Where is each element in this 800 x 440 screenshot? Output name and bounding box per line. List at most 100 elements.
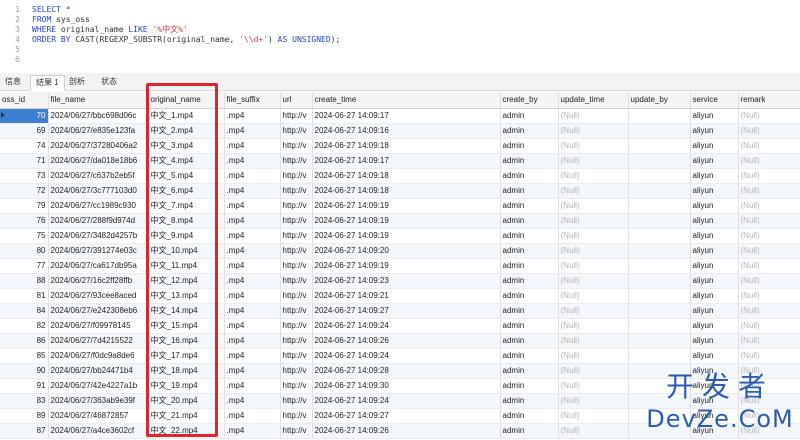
cell-file-suffix[interactable]: .mp4 xyxy=(224,183,281,199)
cell-file-name[interactable]: 2024/06/27/da018e18b6 xyxy=(48,153,149,169)
cell-file-suffix[interactable]: .mp4 xyxy=(224,303,281,319)
cell-url[interactable]: http://v xyxy=(280,168,313,184)
table-row[interactable]: 79 2024/06/27/cc1989c930 中文_7.mp4 .mp4 http:… xyxy=(0,198,800,214)
cell-file-name[interactable]: 2024/06/27/3c777103d0 xyxy=(48,183,149,199)
cell-remark[interactable]: (Null) xyxy=(738,153,800,169)
cell-file-name[interactable]: 2024/06/27/f0dc9a8de6 xyxy=(48,348,149,364)
cell-url[interactable]: http://v xyxy=(280,378,313,394)
cell-file-name[interactable]: 2024/06/27/46872857 xyxy=(48,408,149,424)
cell-file-name[interactable]: 2024/06/27/37280406a2 xyxy=(48,138,149,154)
cell-url[interactable]: http://v xyxy=(280,273,313,289)
cell-original-name[interactable]: 中文_19.mp4 xyxy=(148,378,225,394)
cell-url[interactable]: http://v xyxy=(280,318,313,334)
cell-create-by[interactable]: admin xyxy=(500,273,559,289)
cell-oss-id[interactable]: 85 xyxy=(0,348,49,364)
cell-update-time[interactable]: (Null) xyxy=(558,333,629,349)
cell-update-by[interactable] xyxy=(628,393,691,409)
cell-remark[interactable]: (Null) xyxy=(738,228,800,244)
cell-update-by[interactable] xyxy=(628,198,691,214)
cell-create-by[interactable]: admin xyxy=(500,243,559,259)
cell-oss-id[interactable]: 88 xyxy=(0,273,49,289)
cell-remark[interactable]: (Null) xyxy=(738,168,800,184)
cell-create-time[interactable]: 2024-06-27 14:09:26 xyxy=(312,333,501,349)
cell-file-suffix[interactable]: .mp4 xyxy=(224,198,281,214)
cell-oss-id[interactable]: 89 xyxy=(0,408,49,424)
cell-url[interactable]: http://v xyxy=(280,243,313,259)
column-header-remark[interactable]: remark xyxy=(738,92,800,109)
column-header-update-time[interactable]: update_time xyxy=(558,92,629,109)
cell-update-by[interactable] xyxy=(628,123,691,139)
cell-url[interactable]: http://v xyxy=(280,138,313,154)
table-row[interactable]: 73 2024/06/27/c637b2eb5f 中文_5.mp4 .mp4 http:… xyxy=(0,168,800,184)
cell-update-by[interactable] xyxy=(628,318,691,334)
cell-file-suffix[interactable]: .mp4 xyxy=(224,168,281,184)
cell-update-by[interactable] xyxy=(628,348,691,364)
cell-url[interactable]: http://v xyxy=(280,363,313,379)
table-row[interactable]: 71 2024/06/27/da018e18b6 中文_4.mp4 .mp4 http:… xyxy=(0,153,800,169)
cell-file-suffix[interactable]: .mp4 xyxy=(224,378,281,394)
cell-oss-id[interactable]: 91 xyxy=(0,378,49,394)
table-row[interactable]: 75 2024/06/27/3482d4257b 中文_9.mp4 .mp4 http:… xyxy=(0,228,800,244)
cell-update-time[interactable]: (Null) xyxy=(558,213,629,229)
cell-service[interactable]: aliyun xyxy=(690,108,739,124)
cell-update-by[interactable] xyxy=(628,288,691,304)
column-header-original-name[interactable]: original_name xyxy=(148,92,225,109)
table-row[interactable]: 74 2024/06/27/37280406a2 中文_3.mp4 .mp4 http:… xyxy=(0,138,800,154)
cell-url[interactable]: http://v xyxy=(280,183,313,199)
column-header-create-time[interactable]: create_time xyxy=(312,92,501,109)
table-row[interactable]: 80 2024/06/27/391274e03c 中文_10.mp4 .mp4 http… xyxy=(0,243,800,259)
cell-remark[interactable]: (Null) xyxy=(738,183,800,199)
cell-create-time[interactable]: 2024-06-27 14:09:24 xyxy=(312,393,501,409)
cell-file-name[interactable]: 2024/06/27/288f9d974d xyxy=(48,213,149,229)
cell-update-by[interactable] xyxy=(628,153,691,169)
cell-create-by[interactable]: admin xyxy=(500,123,559,139)
cell-oss-id[interactable]: 81 xyxy=(0,288,49,304)
cell-service[interactable]: aliyun xyxy=(690,168,739,184)
cell-create-time[interactable]: 2024-06-27 14:09:19 xyxy=(312,258,501,274)
table-row[interactable]: 81 2024/06/27/93cee8aced 中文_13.mp4 .mp4 http… xyxy=(0,288,800,304)
cell-update-by[interactable] xyxy=(628,363,691,379)
cell-remark[interactable]: (Null) xyxy=(738,288,800,304)
cell-original-name[interactable]: 中文_7.mp4 xyxy=(148,198,225,214)
cell-oss-id[interactable]: 70 xyxy=(0,108,49,124)
tab-2[interactable]: 剖析 xyxy=(64,75,90,91)
cell-update-by[interactable] xyxy=(628,423,691,439)
cell-url[interactable]: http://v xyxy=(280,153,313,169)
cell-update-time[interactable]: (Null) xyxy=(558,303,629,319)
cell-service[interactable]: aliyun xyxy=(690,423,739,439)
cell-create-time[interactable]: 2024-06-27 14:09:17 xyxy=(312,108,501,124)
cell-original-name[interactable]: 中文_21.mp4 xyxy=(148,408,225,424)
cell-url[interactable]: http://v xyxy=(280,228,313,244)
cell-url[interactable]: http://v xyxy=(280,258,313,274)
cell-remark[interactable]: (Null) xyxy=(738,318,800,334)
column-header-file-name[interactable]: file_name xyxy=(48,92,149,109)
cell-remark[interactable]: (Null) xyxy=(738,303,800,319)
table-row[interactable]: 83 2024/06/27/363ab9e39f 中文_20.mp4 .mp4 http… xyxy=(0,393,800,409)
cell-oss-id[interactable]: 71 xyxy=(0,153,49,169)
cell-update-time[interactable]: (Null) xyxy=(558,348,629,364)
cell-update-by[interactable] xyxy=(628,333,691,349)
cell-file-suffix[interactable]: .mp4 xyxy=(224,243,281,259)
cell-create-time[interactable]: 2024-06-27 14:09:19 xyxy=(312,228,501,244)
code-line[interactable]: 6 xyxy=(0,54,800,65)
cell-file-suffix[interactable]: .mp4 xyxy=(224,213,281,229)
cell-original-name[interactable]: 中文_2.mp4 xyxy=(148,123,225,139)
cell-create-by[interactable]: admin xyxy=(500,303,559,319)
table-row[interactable]: 91 2024/06/27/42e4227a1b 中文_19.mp4 .mp4 http… xyxy=(0,378,800,394)
cell-service[interactable]: aliyun xyxy=(690,378,739,394)
cell-remark[interactable]: (Null) xyxy=(738,423,800,439)
cell-file-suffix[interactable]: .mp4 xyxy=(224,333,281,349)
cell-service[interactable]: aliyun xyxy=(690,213,739,229)
cell-create-time[interactable]: 2024-06-27 14:09:19 xyxy=(312,213,501,229)
cell-update-time[interactable]: (Null) xyxy=(558,228,629,244)
cell-create-time[interactable]: 2024-06-27 14:09:20 xyxy=(312,243,501,259)
cell-service[interactable]: aliyun xyxy=(690,288,739,304)
cell-create-time[interactable]: 2024-06-27 14:09:24 xyxy=(312,318,501,334)
cell-original-name[interactable]: 中文_1.mp4 xyxy=(148,108,225,124)
cell-create-by[interactable]: admin xyxy=(500,168,559,184)
cell-file-name[interactable]: 2024/06/27/16c2ff28ffb xyxy=(48,273,149,289)
cell-remark[interactable]: (Null) xyxy=(738,108,800,124)
tab-1[interactable]: 结果 1 xyxy=(30,75,65,91)
cell-file-name[interactable]: 2024/06/27/42e4227a1b xyxy=(48,378,149,394)
column-header-update-by[interactable]: update_by xyxy=(628,92,691,109)
